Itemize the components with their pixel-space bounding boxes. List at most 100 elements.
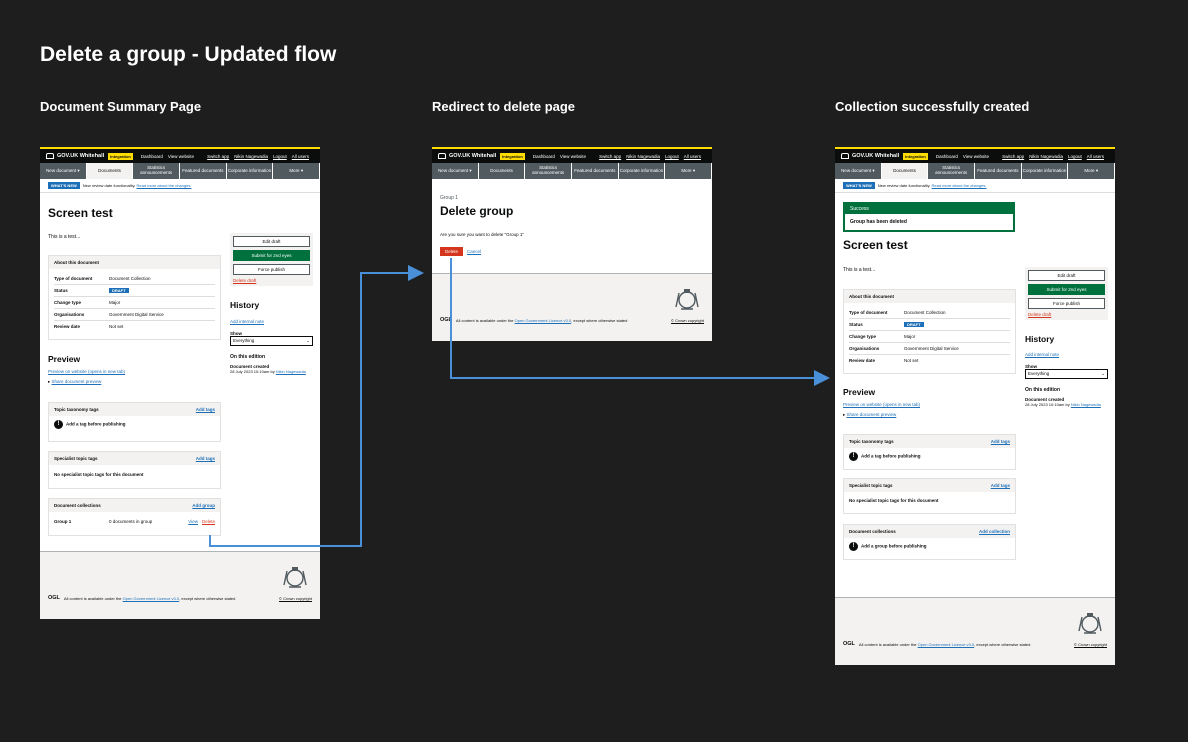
crown-icon <box>841 153 849 159</box>
add-topic-tags-link[interactable]: Add tags <box>196 407 215 412</box>
nav-link-view-website[interactable]: View website <box>560 154 586 159</box>
nav-tab-documents[interactable]: Documents <box>478 163 526 179</box>
preview-link[interactable]: Preview on website (opens in new tab) <box>48 369 125 374</box>
force-publish-button[interactable]: Force publish <box>1028 298 1105 309</box>
on-this-edition-heading: On this edition <box>230 354 265 360</box>
nav-tab-featured[interactable]: Featured documents <box>572 163 619 179</box>
about-row: Type of document Document Collection <box>54 273 215 285</box>
history-user-link[interactable]: Nikin Nagewadia <box>1071 402 1101 407</box>
actions-panel: Edit draft Submit for 2nd eyes Force pub… <box>230 233 313 286</box>
nav-tab-corporate[interactable]: Corporate information <box>226 163 274 179</box>
history-filter-select[interactable]: Everything ⌄ <box>1025 369 1108 379</box>
nav-tab-featured[interactable]: Featured documents <box>180 163 227 179</box>
licence-link[interactable]: Open Government Licence v3.0 <box>515 318 571 323</box>
user-link[interactable]: Nikin Nagewadia <box>234 154 268 159</box>
chevron-down-icon: ⌄ <box>306 338 310 343</box>
ogl-logo: OGL <box>440 317 452 323</box>
switch-app-link[interactable]: Switch app <box>207 154 229 159</box>
nav-tab-statistics[interactable]: Statistics announcements <box>928 163 976 179</box>
all-users-link[interactable]: All users <box>292 154 309 159</box>
nav-link-view-website[interactable]: View website <box>963 154 989 159</box>
nav-tab-new-document[interactable]: New document ▾ <box>835 163 882 179</box>
delete-group-link[interactable]: Delete <box>202 519 215 524</box>
topic-taxonomy-card: Topic taxonomy tags Add tags ! Add a tag b… <box>843 434 1016 470</box>
main-nav: New document ▾ Documents Statistics anno… <box>835 163 1115 179</box>
about-card: About this document Type of document Docu… <box>48 255 221 340</box>
user-link[interactable]: Nikin Nagewadia <box>1029 154 1063 159</box>
add-internal-note-link[interactable]: Add internal note <box>230 319 313 324</box>
user-link[interactable]: Nikin Nagewadia <box>626 154 660 159</box>
whats-new-banner: WHAT'S NEW New review date functionality… <box>835 179 1115 193</box>
nav-tab-statistics[interactable]: Statistics announcements <box>525 163 573 179</box>
add-specialist-tags-link[interactable]: Add tags <box>991 483 1010 488</box>
edit-draft-button[interactable]: Edit draft <box>233 236 310 247</box>
about-row: Change type Major <box>849 331 1010 343</box>
crown-copyright-link[interactable]: © Crown copyright <box>1074 642 1107 647</box>
logout-link[interactable]: Logout <box>665 154 679 159</box>
add-group-link[interactable]: Add group <box>192 503 215 508</box>
doc-summary: This is a test... <box>843 267 876 273</box>
env-badge: Integration <box>108 152 133 160</box>
crown-copyright-link[interactable]: © Crown copyright <box>279 596 312 601</box>
nav-tab-more[interactable]: More ▾ <box>665 163 712 179</box>
cancel-link[interactable]: Cancel <box>467 249 481 254</box>
success-title: Success <box>845 204 1013 214</box>
status-badge: DRAFT <box>904 322 924 327</box>
nav-tab-statistics[interactable]: Statistics announcements <box>133 163 181 179</box>
submit-2nd-eyes-button[interactable]: Submit for 2nd eyes <box>233 250 310 261</box>
share-preview-link[interactable]: Share document preview <box>52 379 102 384</box>
nav-tab-new-document[interactable]: New document ▾ <box>40 163 87 179</box>
nav-tab-featured[interactable]: Featured documents <box>975 163 1022 179</box>
nav-link-dashboard[interactable]: Dashboard <box>141 154 163 159</box>
licence-link[interactable]: Open Government Licence v3.0 <box>918 642 974 647</box>
specialist-topic-card: Specialist topic tags Add tags No special… <box>48 451 221 489</box>
share-preview-link[interactable]: Share document preview <box>847 412 897 417</box>
switch-app-link[interactable]: Switch app <box>599 154 621 159</box>
force-publish-button[interactable]: Force publish <box>233 264 310 275</box>
view-group-link[interactable]: View <box>188 519 198 524</box>
add-internal-note-link[interactable]: Add internal note <box>1025 352 1108 357</box>
whats-new-link[interactable]: Read more about the changes. <box>137 183 192 188</box>
logout-link[interactable]: Logout <box>1068 154 1082 159</box>
nav-link-view-website[interactable]: View website <box>168 154 194 159</box>
history-filter-select[interactable]: Everything ⌄ <box>230 336 313 346</box>
licence-link[interactable]: Open Government Licence v3.0 <box>123 596 179 601</box>
frame-title-summary: Document Summary Page <box>40 99 202 114</box>
about-row: Review date Not set <box>54 324 124 329</box>
nav-tab-new-document[interactable]: New document ▾ <box>432 163 479 179</box>
submit-2nd-eyes-button[interactable]: Submit for 2nd eyes <box>1028 284 1105 295</box>
crown-copyright-link[interactable]: © Crown copyright <box>671 318 704 323</box>
nav-tab-corporate[interactable]: Corporate information <box>1021 163 1069 179</box>
ogl-logo: OGL <box>48 595 60 601</box>
history-user-link[interactable]: Nikin Nagewadia <box>276 369 306 374</box>
nav-tab-more[interactable]: More ▾ <box>1068 163 1115 179</box>
nav-tab-more[interactable]: More ▾ <box>273 163 320 179</box>
footer: OGL All content is available under the O… <box>835 597 1115 665</box>
royal-coat-of-arms-icon <box>283 567 307 588</box>
about-row: Type of document Document Collection <box>849 307 1010 319</box>
preview-link[interactable]: Preview on website (opens in new tab) <box>843 402 920 407</box>
add-specialist-tags-link[interactable]: Add tags <box>196 456 215 461</box>
add-topic-tags-link[interactable]: Add tags <box>991 439 1010 444</box>
whats-new-link[interactable]: Read more about the changes. <box>932 183 987 188</box>
about-heading: About this document <box>49 256 220 269</box>
preview-title: Preview <box>843 387 876 397</box>
triangle-right-icon: ▸ <box>843 412 846 417</box>
about-row: Change type Major <box>54 297 215 309</box>
switch-app-link[interactable]: Switch app <box>1002 154 1024 159</box>
delete-draft-link[interactable]: Delete draft <box>1028 312 1051 317</box>
nav-link-dashboard[interactable]: Dashboard <box>533 154 555 159</box>
confirm-delete-button[interactable]: Delete <box>440 247 464 256</box>
all-users-link[interactable]: All users <box>1087 154 1104 159</box>
add-collection-link[interactable]: Add collection <box>979 529 1010 534</box>
edit-draft-button[interactable]: Edit draft <box>1028 270 1105 281</box>
logout-link[interactable]: Logout <box>273 154 287 159</box>
nav-tab-documents[interactable]: Documents <box>881 163 929 179</box>
all-users-link[interactable]: All users <box>684 154 701 159</box>
delete-draft-link[interactable]: Delete draft <box>233 278 256 283</box>
nav-link-dashboard[interactable]: Dashboard <box>936 154 958 159</box>
nav-tab-corporate[interactable]: Corporate information <box>618 163 666 179</box>
nav-tab-documents[interactable]: Documents <box>86 163 134 179</box>
history-panel: Add internal note Show Everything ⌄ On th… <box>1025 352 1108 407</box>
about-row: Status DRAFT <box>849 319 1010 331</box>
